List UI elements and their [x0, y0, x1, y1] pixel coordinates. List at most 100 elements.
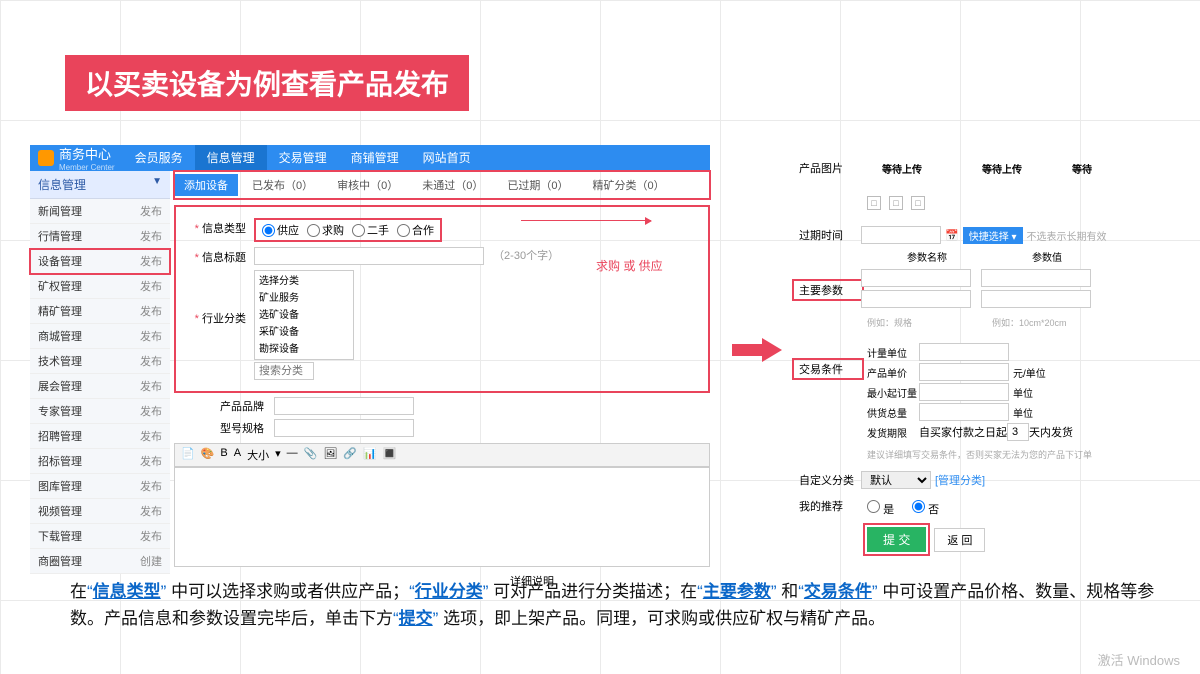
editor-tool[interactable]: ▾ — [275, 447, 281, 463]
expire-date-input[interactable] — [861, 226, 941, 244]
lbl-deliver: 发货期限 — [867, 425, 919, 440]
editor-tool[interactable]: — — [287, 447, 298, 463]
deliver-days-input[interactable] — [1007, 423, 1029, 441]
recommend-no[interactable]: 否 — [912, 500, 939, 517]
sidebar-item-11[interactable]: 图库管理发布 — [30, 474, 170, 499]
upload-slot-3[interactable]: 等待 — [1067, 161, 1097, 176]
editor-toolbar[interactable]: 📄 🎨 BA 大小 ▾ — 📎 🖼 🔗 📊 🔳 — [174, 443, 710, 467]
lbl-min-order: 最小起订量 — [867, 385, 919, 400]
editor-tool[interactable]: 🔳 — [383, 447, 397, 463]
editor-tool[interactable]: 🎨 — [201, 447, 215, 463]
category-listbox[interactable]: 选择分类矿业服务选矿设备采矿设备勘探设备矿用药剂仪表仪器 — [254, 270, 354, 360]
unit-meas-input[interactable] — [919, 343, 1009, 361]
brand: 商务中心 Member Center — [30, 144, 123, 172]
sidebar-item-0[interactable]: 新闻管理发布 — [30, 199, 170, 224]
sidebar-item-10[interactable]: 招标管理发布 — [30, 449, 170, 474]
brand-icon — [38, 150, 54, 166]
sidebar-item-5[interactable]: 商城管理发布 — [30, 324, 170, 349]
sidebar-item-2[interactable]: 设备管理发布 — [30, 249, 170, 274]
big-arrow-icon — [732, 338, 782, 362]
lbl-total: 供货总量 — [867, 405, 919, 420]
radio-group-info-type: 供应 求购 二手 合作 — [254, 218, 442, 242]
param-val-input-2[interactable] — [981, 290, 1091, 308]
sidebar-item-7[interactable]: 展会管理发布 — [30, 374, 170, 399]
editor-textarea[interactable] — [174, 467, 710, 567]
deliver-pre: 自买家付款之日起 — [919, 424, 1007, 440]
param-name-input-2[interactable] — [861, 290, 971, 308]
recommend-yes[interactable]: 是 — [867, 500, 894, 517]
upload-slot-1[interactable]: 等待上传 — [867, 161, 937, 176]
upload-btn-icon[interactable]: □ — [867, 196, 881, 210]
delete-btn-icon[interactable]: □ — [911, 196, 925, 210]
col-param-name: 参数名称 — [867, 249, 987, 264]
price-unit: 元/单位 — [1013, 365, 1046, 380]
tab-2[interactable]: 审核中（0） — [327, 174, 408, 196]
label-expire: 过期时间 — [795, 227, 861, 243]
editor-tool[interactable]: 🖼 — [323, 447, 337, 463]
editor-tool[interactable]: 🔗 — [343, 447, 357, 463]
tab-3[interactable]: 未通过（0） — [412, 174, 493, 196]
editor-tool[interactable]: 📎 — [304, 447, 318, 463]
label-recommend: 我的推荐 — [795, 498, 861, 514]
menu-info[interactable]: 信息管理 — [195, 145, 267, 171]
tab-5[interactable]: 精矿分类（0） — [583, 174, 675, 196]
sidebar-item-1[interactable]: 行情管理发布 — [30, 224, 170, 249]
total-unit: 单位 — [1013, 405, 1033, 420]
radio-求购[interactable]: 求购 — [307, 222, 344, 238]
quick-select-button[interactable]: 快捷选择 ▾ — [963, 227, 1023, 244]
sidebar-item-8[interactable]: 专家管理发布 — [30, 399, 170, 424]
unit-price-input[interactable] — [919, 363, 1009, 381]
self-category-select[interactable]: 默认 — [861, 471, 931, 489]
tab-0[interactable]: 添加设备 — [174, 174, 238, 196]
sidebar-item-13[interactable]: 下载管理发布 — [30, 524, 170, 549]
editor-tool[interactable]: 📊 — [363, 447, 377, 463]
sidebar-item-9[interactable]: 招聘管理发布 — [30, 424, 170, 449]
manage-category-link[interactable]: [管理分类] — [935, 472, 985, 488]
sidebar-item-4[interactable]: 精矿管理发布 — [30, 299, 170, 324]
sidebar-item-12[interactable]: 视频管理发布 — [30, 499, 170, 524]
sidebar-item-3[interactable]: 矿权管理发布 — [30, 274, 170, 299]
label-model: 型号规格 — [174, 420, 274, 436]
crop-btn-icon[interactable]: □ — [889, 196, 903, 210]
menu-home[interactable]: 网站首页 — [411, 145, 483, 171]
form-block: * 信息类型 供应 求购 二手 合作 * 信息标题 （2-30个字） * 行业分… — [174, 205, 710, 393]
min-order-input[interactable] — [919, 383, 1009, 401]
back-button[interactable]: 返 回 — [934, 528, 985, 552]
sidebar-item-6[interactable]: 技术管理发布 — [30, 349, 170, 374]
total-input[interactable] — [919, 403, 1009, 421]
search-category-input[interactable] — [254, 362, 314, 380]
menu-shop[interactable]: 商铺管理 — [339, 145, 411, 171]
info-title-input[interactable] — [254, 247, 484, 265]
calendar-icon[interactable]: 📅 — [945, 229, 959, 242]
sidebar-item-14[interactable]: 商圈管理创建 — [30, 549, 170, 574]
trade-tip: 建议详细填写交易条件，否则买家无法为您的产品下订单 — [867, 448, 1165, 461]
radio-合作[interactable]: 合作 — [397, 222, 434, 238]
sidebar-header[interactable]: 信息管理 ▼ — [30, 171, 170, 199]
menu-member[interactable]: 会员服务 — [123, 145, 195, 171]
label-info-title: 信息标题 — [202, 252, 246, 264]
editor-tool[interactable]: 大小 — [247, 447, 269, 463]
param-name-input-1[interactable] — [861, 269, 971, 287]
min-order-unit: 单位 — [1013, 385, 1033, 400]
editor-tool[interactable]: 📄 — [181, 447, 195, 463]
tab-4[interactable]: 已过期（0） — [497, 174, 578, 196]
left-screenshot: 商务中心 Member Center 会员服务 信息管理 交易管理 商铺管理 网… — [30, 145, 710, 589]
param-val-input-1[interactable] — [981, 269, 1091, 287]
upload-slot-2[interactable]: 等待上传 — [967, 161, 1037, 176]
label-trade-condition: 交易条件 — [795, 361, 861, 377]
label-self-category: 自定义分类 — [795, 472, 861, 488]
brand-input[interactable] — [274, 397, 414, 415]
label-info-type: 信息类型 — [202, 223, 246, 235]
editor-tool[interactable]: A — [234, 447, 241, 463]
brand-sub: Member Center — [59, 163, 115, 172]
chevron-down-icon: ▼ — [152, 176, 162, 193]
submit-button[interactable]: 提 交 — [867, 527, 926, 552]
right-screenshot: 产品图片 等待上传 等待上传 等待 □ □ □ 过期时间 📅 快捷选择 ▾ 不选… — [795, 155, 1165, 552]
upload-action-icons: □ □ □ — [867, 196, 1165, 210]
model-input[interactable] — [274, 419, 414, 437]
radio-供应[interactable]: 供应 — [262, 222, 299, 238]
radio-二手[interactable]: 二手 — [352, 222, 389, 238]
menu-trade[interactable]: 交易管理 — [267, 145, 339, 171]
editor-tool[interactable]: B — [220, 447, 227, 463]
tab-1[interactable]: 已发布（0） — [242, 174, 323, 196]
